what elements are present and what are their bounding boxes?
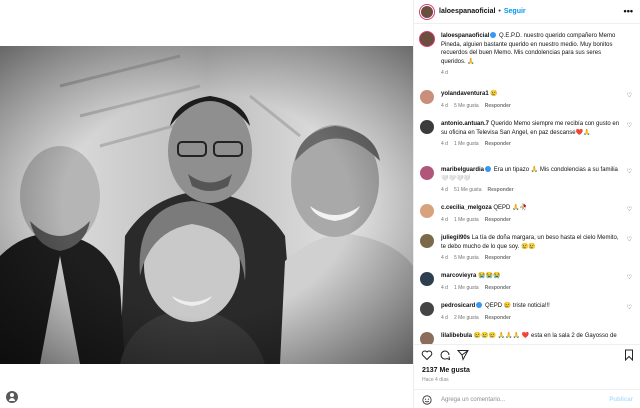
reply-button[interactable]: Responder [485,217,511,223]
comment-avatar[interactable] [420,90,434,104]
more-options-icon[interactable]: ••• [624,6,633,16]
post-caption: laloespanaoficial Q.E.P.D. nuestro queri… [420,32,634,78]
comment-time: 4 d [441,102,448,109]
author-username[interactable]: laloespanaoficial [439,8,495,15]
reply-button[interactable]: Responder [485,103,511,109]
comment-avatar[interactable] [420,204,434,218]
comment-item: marcovieyra 😭😭😭 4 d 1 Me gusta Responder ♡ [420,272,634,292]
comment-item: pedrosicard QEPD 😢 triste noticia!!! 4 d… [420,302,634,322]
comment-username[interactable]: c.cecilia_melgoza [441,205,492,211]
comment-username[interactable]: lilalibebula [441,333,472,339]
heart-icon[interactable] [421,349,433,361]
comment-text: 😢 [490,91,498,97]
reply-button[interactable]: Responder [487,187,513,193]
post-header: laloespanaoficial • Seguir ••• [414,0,640,24]
comment-item: juliegil90s La tía de doña margara, un b… [420,234,634,263]
comment-likes[interactable]: 1 Me gusta [454,217,479,223]
comment-heart-icon[interactable]: ♡ [627,92,632,99]
comment-text: 😢😢😢 🙏🙏🙏 ❤️ esta en la sala 2 de Gayosso … [473,333,617,339]
comment-time: 4 d [441,284,448,291]
comment-text: QEPD 🙏🥀 [493,205,527,211]
comment-likes[interactable]: 2 Me gusta [454,315,479,321]
separator-dot: • [498,8,501,15]
photo-image [0,46,413,364]
reply-button[interactable]: Responder [485,285,511,291]
comment-time: 4 d [441,255,448,261]
post-media [0,0,413,408]
likes-count[interactable]: 2137 Me gusta [422,367,470,374]
comment-time: 4 d [441,314,448,321]
author-avatar[interactable] [420,4,434,19]
comment-time: 4 d [441,216,448,223]
comment-text: 😭😭😭 [478,273,501,279]
reply-button[interactable]: Responder [485,141,511,147]
reply-button[interactable]: Responder [485,315,511,321]
comments-list[interactable]: laloespanaoficial Q.E.P.D. nuestro queri… [414,24,640,344]
caption-username[interactable]: laloespanaoficial [441,33,489,39]
comment-likes[interactable]: 1 Me gusta [454,285,479,291]
comment-heart-icon[interactable]: ♡ [627,206,632,213]
action-icons [421,349,635,363]
comment-item: c.cecilia_melgoza QEPD 🙏🥀 4 d 1 Me gusta R… [420,204,634,224]
comment-item: lilalibebula 😢😢😢 🙏🙏🙏 ❤️ esta en la sala … [420,332,634,344]
comment-avatar[interactable] [420,302,434,316]
comment-icon[interactable] [439,349,451,361]
post-photo[interactable] [0,46,413,364]
comment-item: maribelguardia Era un tipazo 🙏 Mis condo… [420,166,634,195]
comment-text: QEPD 😢 triste noticia!!! [485,303,550,309]
comment-avatar[interactable] [420,332,434,344]
comment-heart-icon[interactable]: ♡ [627,236,632,243]
add-comment-bar: Agrega un comentario... Publicar [414,389,640,408]
comment-avatar[interactable] [420,272,434,286]
verified-badge-icon [490,32,497,38]
comment-avatar[interactable] [420,234,434,248]
comment-username[interactable]: maribelguardia [441,167,484,173]
verified-badge-icon [476,302,483,308]
comment-item: yolandaventura1 😢 4 d 5 Me gusta Responder… [420,90,634,110]
comment-likes[interactable]: 5 Me gusta [454,255,479,261]
caption-avatar[interactable] [420,32,434,46]
comment-avatar[interactable] [420,166,434,180]
comment-heart-icon[interactable]: ♡ [627,304,632,311]
comment-likes[interactable]: 1 Me gusta [454,141,479,147]
comment-likes[interactable]: 51 Me gusta [454,187,482,193]
comment-avatar[interactable] [420,120,434,134]
emoji-icon[interactable] [422,394,432,405]
comment-input[interactable]: Agrega un comentario... [441,397,609,403]
post-sidebar: laloespanaoficial • Seguir ••• laloespan… [413,0,640,408]
comment-heart-icon[interactable]: ♡ [627,274,632,281]
caption-time: 4 d [441,70,448,76]
comment-username[interactable]: yolandaventura1 [441,91,489,97]
comment-heart-icon[interactable]: ♡ [627,122,632,129]
user-tag-icon[interactable] [6,391,18,403]
comment-item: antonio.antuan.7 Querido Memo siempre me… [420,120,634,149]
comment-likes[interactable]: 5 Me gusta [454,103,479,109]
comment-username[interactable]: antonio.antuan.7 [441,121,489,127]
publish-button[interactable]: Publicar [609,397,633,403]
bookmark-icon[interactable] [623,349,635,361]
comment-username[interactable]: pedrosicard [441,303,475,309]
comment-time: 4 d [441,187,448,193]
post-actions: 2137 Me gusta Hace 4 días Agrega un come… [414,344,640,408]
comment-heart-icon[interactable]: ♡ [627,168,632,175]
follow-button[interactable]: Seguir [504,8,526,15]
comment-username[interactable]: juliegil90s [441,235,470,241]
reply-button[interactable]: Responder [485,255,511,261]
comment-time: 4 d [441,141,448,147]
post-time: Hace 4 días [422,377,449,383]
verified-badge-icon [485,166,492,172]
share-icon[interactable] [457,349,469,361]
comment-username[interactable]: marcovieyra [441,273,476,279]
